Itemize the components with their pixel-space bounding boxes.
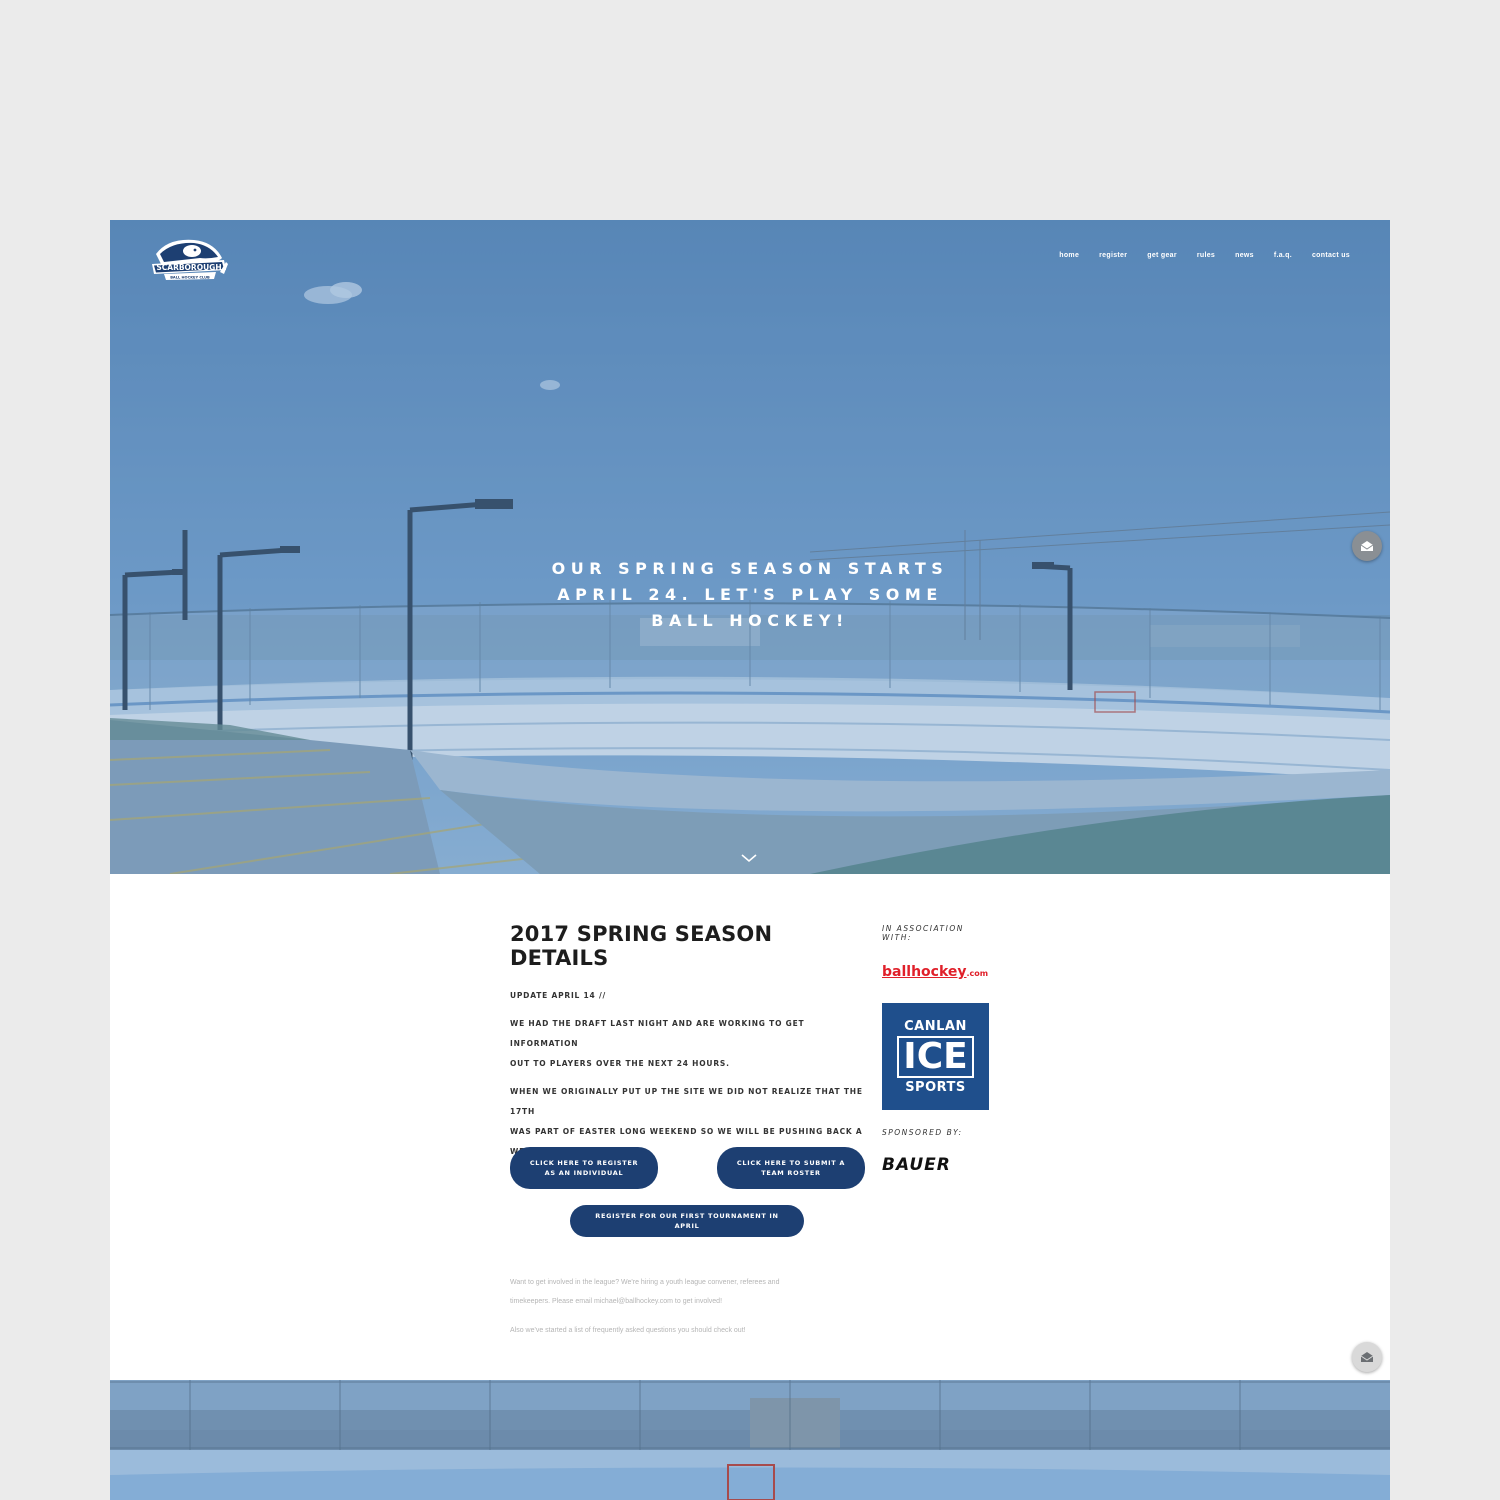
ballhockey-logo-text: ballhockey bbox=[882, 964, 967, 980]
rink-photo bbox=[110, 1380, 1390, 1500]
hero-headline-line2: APRIL 24. LET'S PLAY SOME bbox=[557, 585, 943, 604]
association-label: IN ASSOCIATION WITH: bbox=[882, 924, 992, 942]
sponsored-label: SPONSORED BY: bbox=[882, 1128, 963, 1137]
association-label-line2: WITH: bbox=[882, 933, 912, 942]
ballhockey-logo-suffix: .com bbox=[966, 969, 989, 978]
nav-home[interactable]: home bbox=[1059, 252, 1079, 259]
paragraph-draft-line1: WE HAD THE DRAFT LAST NIGHT AND ARE WORK… bbox=[510, 1019, 805, 1048]
contact-float-button-2[interactable] bbox=[1352, 1342, 1382, 1372]
section-title: 2017 SPRING SEASON DETAILS bbox=[510, 922, 773, 970]
nav-faq[interactable]: f.a.q. bbox=[1274, 252, 1292, 259]
season-details-section: 2017 SPRING SEASON DETAILS UPDATE APRIL … bbox=[110, 874, 1390, 1380]
hero-headline-line1: OUR SPRING SEASON STARTS bbox=[551, 559, 949, 578]
details-column: 2017 SPRING SEASON DETAILS UPDATE APRIL … bbox=[510, 922, 870, 1182]
register-individual-button[interactable]: CLICK HERE TO REGISTER AS AN INDIVIDUAL bbox=[510, 1147, 658, 1189]
nav-rules[interactable]: rules bbox=[1197, 252, 1215, 259]
scarborough-logo[interactable]: SCARBOROUGH BALL HOCKEY CLUB bbox=[148, 232, 230, 288]
chevron-down-icon[interactable] bbox=[740, 852, 758, 864]
get-involved-line2: timekeepers. Please email michael@ballho… bbox=[510, 1298, 723, 1305]
envelope-icon bbox=[1360, 541, 1374, 551]
envelope-icon bbox=[1360, 1352, 1374, 1362]
webpage: SCARBOROUGH BALL HOCKEY CLUB home regist… bbox=[110, 220, 1390, 1500]
get-involved-text: Want to get involved in the league? We'r… bbox=[510, 1273, 890, 1311]
logo-wordmark: SCARBOROUGH bbox=[156, 263, 221, 272]
logo-subtitle: BALL HOCKEY CLUB bbox=[170, 276, 210, 280]
ballhockey-logo[interactable]: ballhockey .com bbox=[882, 964, 992, 984]
paragraph-easter-line1: WHEN WE ORIGINALLY PUT UP THE SITE WE DI… bbox=[510, 1087, 863, 1116]
nav-get-gear[interactable]: get gear bbox=[1147, 252, 1177, 259]
hero-headline: OUR SPRING SEASON STARTS APRIL 24. LET'S… bbox=[550, 556, 950, 634]
partners-sidebar: IN ASSOCIATION WITH: ballhockey .com CAN… bbox=[882, 924, 992, 1175]
main-nav: home register get gear rules news f.a.q.… bbox=[1059, 252, 1350, 259]
canlan-logo-top: CANLAN bbox=[904, 1018, 967, 1034]
faq-text: Also we've started a list of frequently … bbox=[510, 1327, 746, 1334]
hero-background-photo bbox=[110, 220, 1390, 874]
nav-register[interactable]: register bbox=[1099, 252, 1127, 259]
paragraph-draft: WE HAD THE DRAFT LAST NIGHT AND ARE WORK… bbox=[510, 1014, 870, 1074]
canlan-logo-bottom: SPORTS bbox=[905, 1079, 966, 1095]
association-label-line1: IN ASSOCIATION bbox=[882, 924, 964, 933]
contact-float-button[interactable] bbox=[1352, 531, 1382, 561]
get-involved-line1: Want to get involved in the league? We'r… bbox=[510, 1279, 780, 1286]
rink-photo-banner bbox=[110, 1380, 1390, 1500]
paragraph-draft-line2: OUT TO PLAYERS OVER THE NEXT 24 HOURS. bbox=[510, 1059, 730, 1068]
register-tournament-button[interactable]: REGISTER FOR OUR FIRST TOURNAMENT IN APR… bbox=[570, 1205, 804, 1237]
update-date: UPDATE APRIL 14 // bbox=[510, 991, 607, 1000]
nav-news[interactable]: news bbox=[1235, 252, 1254, 259]
canlan-ice-sports-logo[interactable]: CANLAN ICE SPORTS bbox=[882, 1003, 989, 1110]
canlan-logo-mid: ICE bbox=[897, 1035, 974, 1078]
hero-headline-line3: BALL HOCKEY! bbox=[651, 611, 849, 630]
hero-section: SCARBOROUGH BALL HOCKEY CLUB home regist… bbox=[110, 220, 1390, 874]
bauer-logo[interactable]: BAUER bbox=[882, 1155, 992, 1175]
submit-roster-button[interactable]: CLICK HERE TO SUBMIT A TEAM ROSTER bbox=[717, 1147, 865, 1189]
nav-contact-us[interactable]: contact us bbox=[1312, 252, 1350, 259]
